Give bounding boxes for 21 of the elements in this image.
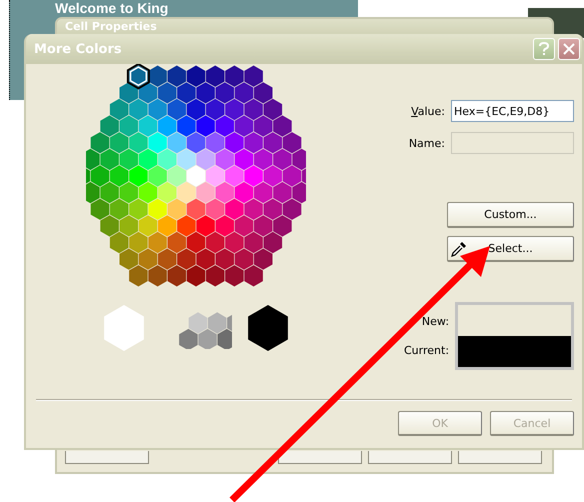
- help-button[interactable]: [533, 38, 555, 60]
- hidden-button[interactable]: [65, 451, 149, 464]
- window-title: Cell Properties: [65, 20, 157, 33]
- new-label: New:: [422, 315, 450, 328]
- help-icon: [538, 42, 550, 56]
- select-button[interactable]: Select...: [447, 236, 574, 262]
- field-label: Name:: [408, 136, 445, 150]
- custom-button[interactable]: Custom...: [447, 202, 574, 228]
- hidden-button[interactable]: [368, 451, 452, 464]
- banner-title: Welcome to King: [55, 0, 168, 16]
- hidden-button[interactable]: [278, 451, 362, 464]
- text-field[interactable]: Hex={EC,E9,D8}: [451, 100, 574, 122]
- close-button[interactable]: [558, 38, 580, 60]
- hidden-button[interactable]: [458, 451, 542, 464]
- window-title: More Colors: [34, 42, 122, 56]
- current-label: Current:: [404, 344, 450, 357]
- darkest-swatch[interactable]: [246, 304, 290, 352]
- field-label: Value:: [411, 104, 445, 118]
- lightest-swatch[interactable]: [102, 304, 146, 352]
- eyedropper-icon: [451, 241, 467, 257]
- close-icon: [563, 43, 575, 55]
